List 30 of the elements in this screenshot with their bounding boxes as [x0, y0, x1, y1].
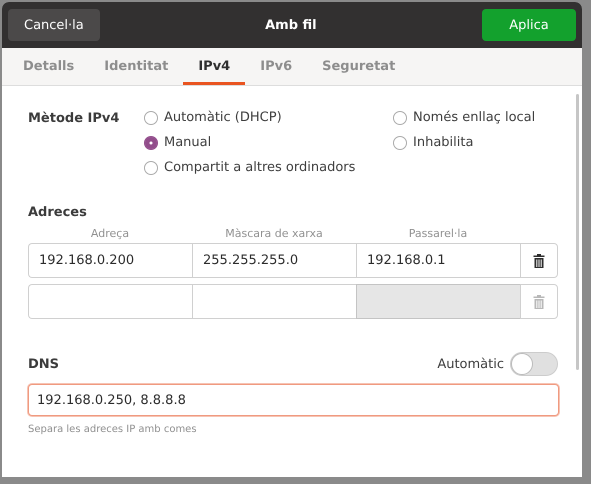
tab[interactable]: IPv4: [183, 51, 246, 85]
input-field[interactable]: 192.168.0.200: [28, 243, 192, 278]
column-header: Adreça: [90, 227, 130, 240]
section-label: Mètode IPv4: [28, 110, 120, 126]
radio-button[interactable]: [393, 136, 407, 150]
column-header: Màscara de xarxa: [224, 227, 324, 240]
radio-label[interactable]: Manual: [164, 135, 212, 150]
cancel-button[interactable]: Cancel·la: [8, 9, 100, 41]
radio-label[interactable]: Compartit a altres ordinadors: [164, 160, 356, 175]
radio-label[interactable]: Automàtic (DHCP): [164, 110, 282, 125]
radio-button[interactable]: [393, 110, 407, 124]
input-field[interactable]: [192, 284, 356, 319]
input-field[interactable]: 255.255.255.0: [192, 243, 356, 278]
radio-button[interactable]: [144, 160, 158, 174]
column-header: Passarel·la: [408, 227, 468, 240]
section-label: DNS: [28, 356, 60, 372]
delete-button[interactable]: [520, 243, 558, 278]
input-field[interactable]: [28, 284, 192, 319]
radio-label[interactable]: Només enllaç local: [413, 110, 536, 125]
dns-field[interactable]: 192.168.0.250, 8.8.8.8: [28, 384, 559, 416]
radio-button[interactable]: [144, 110, 158, 124]
window-title: Amb fil: [265, 18, 317, 32]
input-field[interactable]: 192.168.0.1: [356, 243, 520, 278]
radio-label[interactable]: Inhabilita: [413, 135, 474, 150]
section-label: Adreces: [28, 205, 88, 220]
toggle-switch[interactable]: [510, 352, 558, 376]
hint-text: Separa les adreces IP amb comes: [28, 424, 198, 435]
radio-button[interactable]: [144, 136, 158, 150]
toggle-label: Automàtic: [437, 356, 504, 372]
scroll-bar[interactable]: [576, 94, 579, 370]
